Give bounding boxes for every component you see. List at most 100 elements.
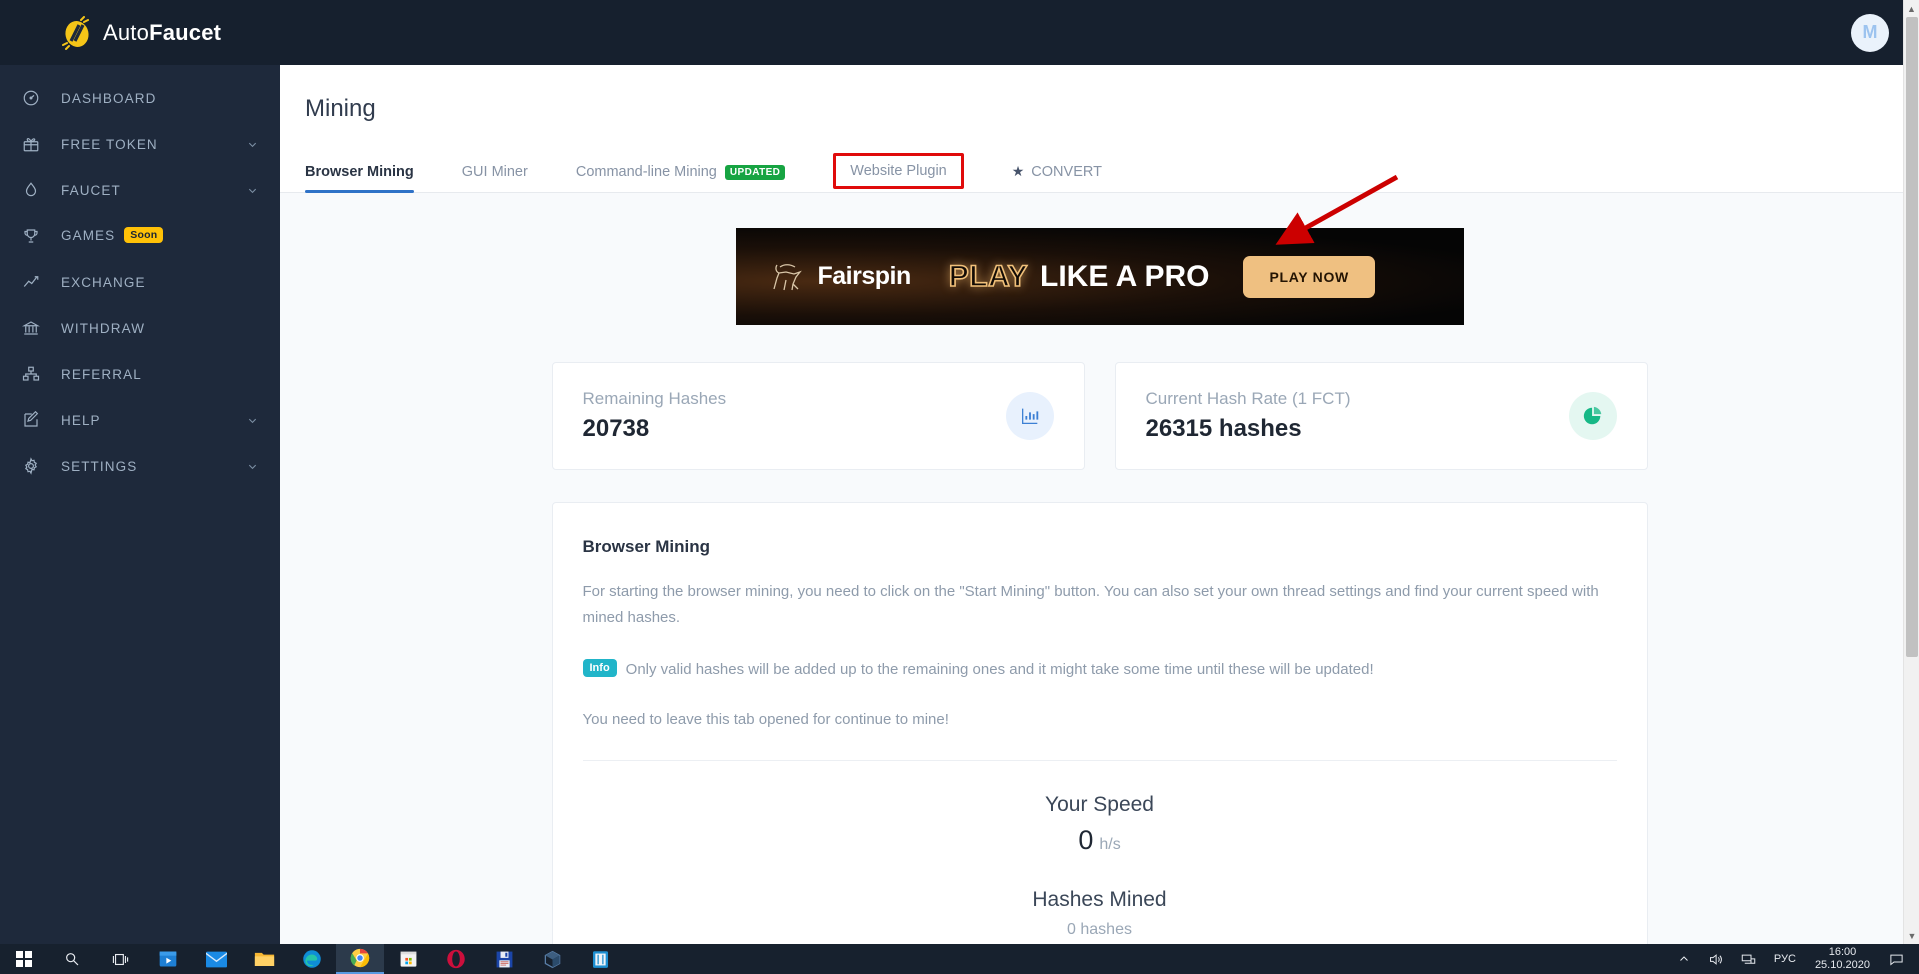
star-icon: ★ xyxy=(1011,163,1025,179)
droplet-icon xyxy=(18,179,44,201)
bar-chart-icon xyxy=(1005,392,1054,440)
opera-icon[interactable] xyxy=(432,944,480,974)
stat-value: 26315 hashes xyxy=(1145,415,1302,442)
sidebar-item-exchange[interactable]: EXCHANGE xyxy=(0,259,280,305)
action-center-icon[interactable] xyxy=(1880,952,1913,967)
network-icon xyxy=(18,363,44,385)
scroll-down-arrow-icon[interactable]: ▼ xyxy=(1904,927,1919,944)
sidebar-item-referral[interactable]: REFERRAL xyxy=(0,351,280,397)
sidebar-item-label: DASHBOARD xyxy=(61,90,157,106)
sidebar-item-label: HELP xyxy=(61,412,101,428)
sidebar-item-label: FREE TOKEN xyxy=(61,136,158,152)
pie-chart-icon xyxy=(1568,392,1617,440)
tab-label: Command-line Mining xyxy=(575,164,717,180)
stat-text-block: Current Hash Rate (1 FCT) 26315 hashes xyxy=(1146,389,1351,443)
stat-cards: Remaining Hashes 20738 Current Hash Rate… xyxy=(280,362,1919,470)
info-row: Info Only valid hashes will be added up … xyxy=(582,657,1617,683)
sidebar-item-label: EXCHANGE xyxy=(61,274,146,290)
microsoft-store-icon[interactable] xyxy=(384,944,432,974)
bank-icon xyxy=(18,317,44,339)
search-icon[interactable] xyxy=(48,944,96,974)
your-speed-value-row: 0 h/s xyxy=(583,825,1617,856)
hashes-mined-label: Hashes Mined xyxy=(1032,888,1167,911)
movies-tv-icon[interactable] xyxy=(144,944,192,974)
mail-icon[interactable] xyxy=(192,944,240,974)
sidebar-item-dashboard[interactable]: DASHBOARD xyxy=(0,75,280,121)
browser-mining-panel: Browser Mining For starting the browser … xyxy=(551,502,1648,944)
edge-icon[interactable] xyxy=(288,944,336,974)
tab-website-plugin[interactable]: Website Plugin xyxy=(833,153,964,189)
info-text: Only valid hashes will be added up to th… xyxy=(625,661,1374,678)
play-now-button[interactable]: PLAY NOW xyxy=(1243,255,1375,298)
panel-description: For starting the browser mining, you nee… xyxy=(582,583,1599,626)
chevron-down-icon xyxy=(248,418,257,423)
sidebar-item-faucet[interactable]: FAUCET xyxy=(0,167,280,213)
page-header: Mining xyxy=(280,65,1919,123)
app-icon[interactable] xyxy=(576,944,624,974)
avatar[interactable]: M xyxy=(1851,13,1889,52)
task-view-icon[interactable] xyxy=(96,944,144,974)
chart-line-icon xyxy=(18,271,44,293)
main-content: Mining Browser Mining GUI Miner Command-… xyxy=(280,65,1919,944)
edit-square-icon xyxy=(18,409,44,431)
tab-label: CONVERT xyxy=(1031,163,1102,180)
your-speed-unit: h/s xyxy=(1099,836,1121,853)
sidebar: AutoFaucet DASHBOARD FREE TOKEN FAUCET G… xyxy=(0,0,280,944)
tab-convert[interactable]: ★ CONVERT xyxy=(1012,163,1102,192)
show-hidden-icons[interactable] xyxy=(1669,953,1699,965)
sidebar-item-settings[interactable]: SETTINGS xyxy=(0,443,280,489)
tab-gui-miner[interactable]: GUI Miner xyxy=(462,164,528,192)
tab-label: Browser Mining xyxy=(305,164,414,180)
sidebar-item-label: REFERRAL xyxy=(61,366,142,382)
language-indicator[interactable]: РУС xyxy=(1765,953,1805,965)
autofaucet-logo-icon xyxy=(60,15,94,50)
tab-label: Website Plugin xyxy=(850,163,947,179)
save-disk-icon[interactable] xyxy=(480,944,528,974)
sidebar-games-text: GAMES xyxy=(61,227,116,243)
chevron-down-icon xyxy=(248,188,257,193)
sidebar-item-help[interactable]: HELP xyxy=(0,397,280,443)
tab-browser-mining[interactable]: Browser Mining xyxy=(305,164,414,193)
vertical-scrollbar[interactable]: ▲ ▼ xyxy=(1903,0,1919,944)
virtualbox-icon[interactable] xyxy=(528,944,576,974)
scroll-up-arrow-icon[interactable]: ▲ xyxy=(1904,0,1919,17)
tab-command-line-mining[interactable]: Command-line Mining UPDATED xyxy=(575,164,786,192)
mining-stats-block: Your Speed 0h/s Hashes Mined 0 hashes Th… xyxy=(583,761,1617,944)
taskbar-apps xyxy=(0,944,624,974)
panel-note: You need to leave this tab opened for co… xyxy=(582,711,949,728)
stat-label: Current Hash Rate (1 FCT) xyxy=(1145,389,1351,408)
info-badge: Info xyxy=(582,659,617,677)
content-area: Fairspin PLAY LIKE A PRO PLAY NOW Remain… xyxy=(280,193,1919,944)
scrollbar-thumb[interactable] xyxy=(1906,17,1918,657)
app-root: AutoFaucet DASHBOARD FREE TOKEN FAUCET G… xyxy=(0,0,1919,974)
stat-value: 20738 xyxy=(582,415,650,442)
sidebar-item-games[interactable]: GAMES Soon xyxy=(0,213,280,259)
clock[interactable]: 16:00 25.10.2020 xyxy=(1805,946,1880,972)
your-speed-label: Your Speed xyxy=(1045,793,1154,816)
gift-icon xyxy=(18,133,44,155)
dashboard-icon xyxy=(18,87,44,109)
network-icon[interactable] xyxy=(1732,952,1765,967)
chrome-icon[interactable] xyxy=(336,944,384,974)
ad-banner-wrap: Fairspin PLAY LIKE A PRO PLAY NOW xyxy=(280,193,1919,325)
fairspin-ad-banner[interactable]: Fairspin PLAY LIKE A PRO PLAY NOW xyxy=(735,228,1464,325)
sidebar-item-label: FAUCET xyxy=(61,182,121,198)
sidebar-item-withdraw[interactable]: WITHDRAW xyxy=(0,305,280,351)
tab-bar: Browser Mining GUI Miner Command-line Mi… xyxy=(280,151,1919,193)
fairspin-logo: Fairspin xyxy=(768,260,911,294)
brand-name: AutoFaucet xyxy=(103,20,221,46)
stat-label: Remaining Hashes xyxy=(582,389,727,408)
banner-headline-accent: PLAY xyxy=(948,259,1029,294)
stat-card-remaining-hashes: Remaining Hashes 20738 xyxy=(551,362,1085,470)
stat-card-current-hash-rate: Current Hash Rate (1 FCT) 26315 hashes xyxy=(1114,362,1648,470)
sidebar-item-free-token[interactable]: FREE TOKEN xyxy=(0,121,280,167)
file-explorer-icon[interactable] xyxy=(240,944,288,974)
fairspin-brand-text: Fairspin xyxy=(817,262,912,290)
tab-label: GUI Miner xyxy=(461,164,528,180)
volume-icon[interactable] xyxy=(1699,952,1732,967)
gear-icon xyxy=(18,455,44,477)
chevron-down-icon xyxy=(248,464,257,469)
windows-start-icon[interactable] xyxy=(0,944,48,974)
brand-logo[interactable]: AutoFaucet xyxy=(0,0,280,65)
windows-taskbar: РУС 16:00 25.10.2020 xyxy=(0,944,1919,974)
